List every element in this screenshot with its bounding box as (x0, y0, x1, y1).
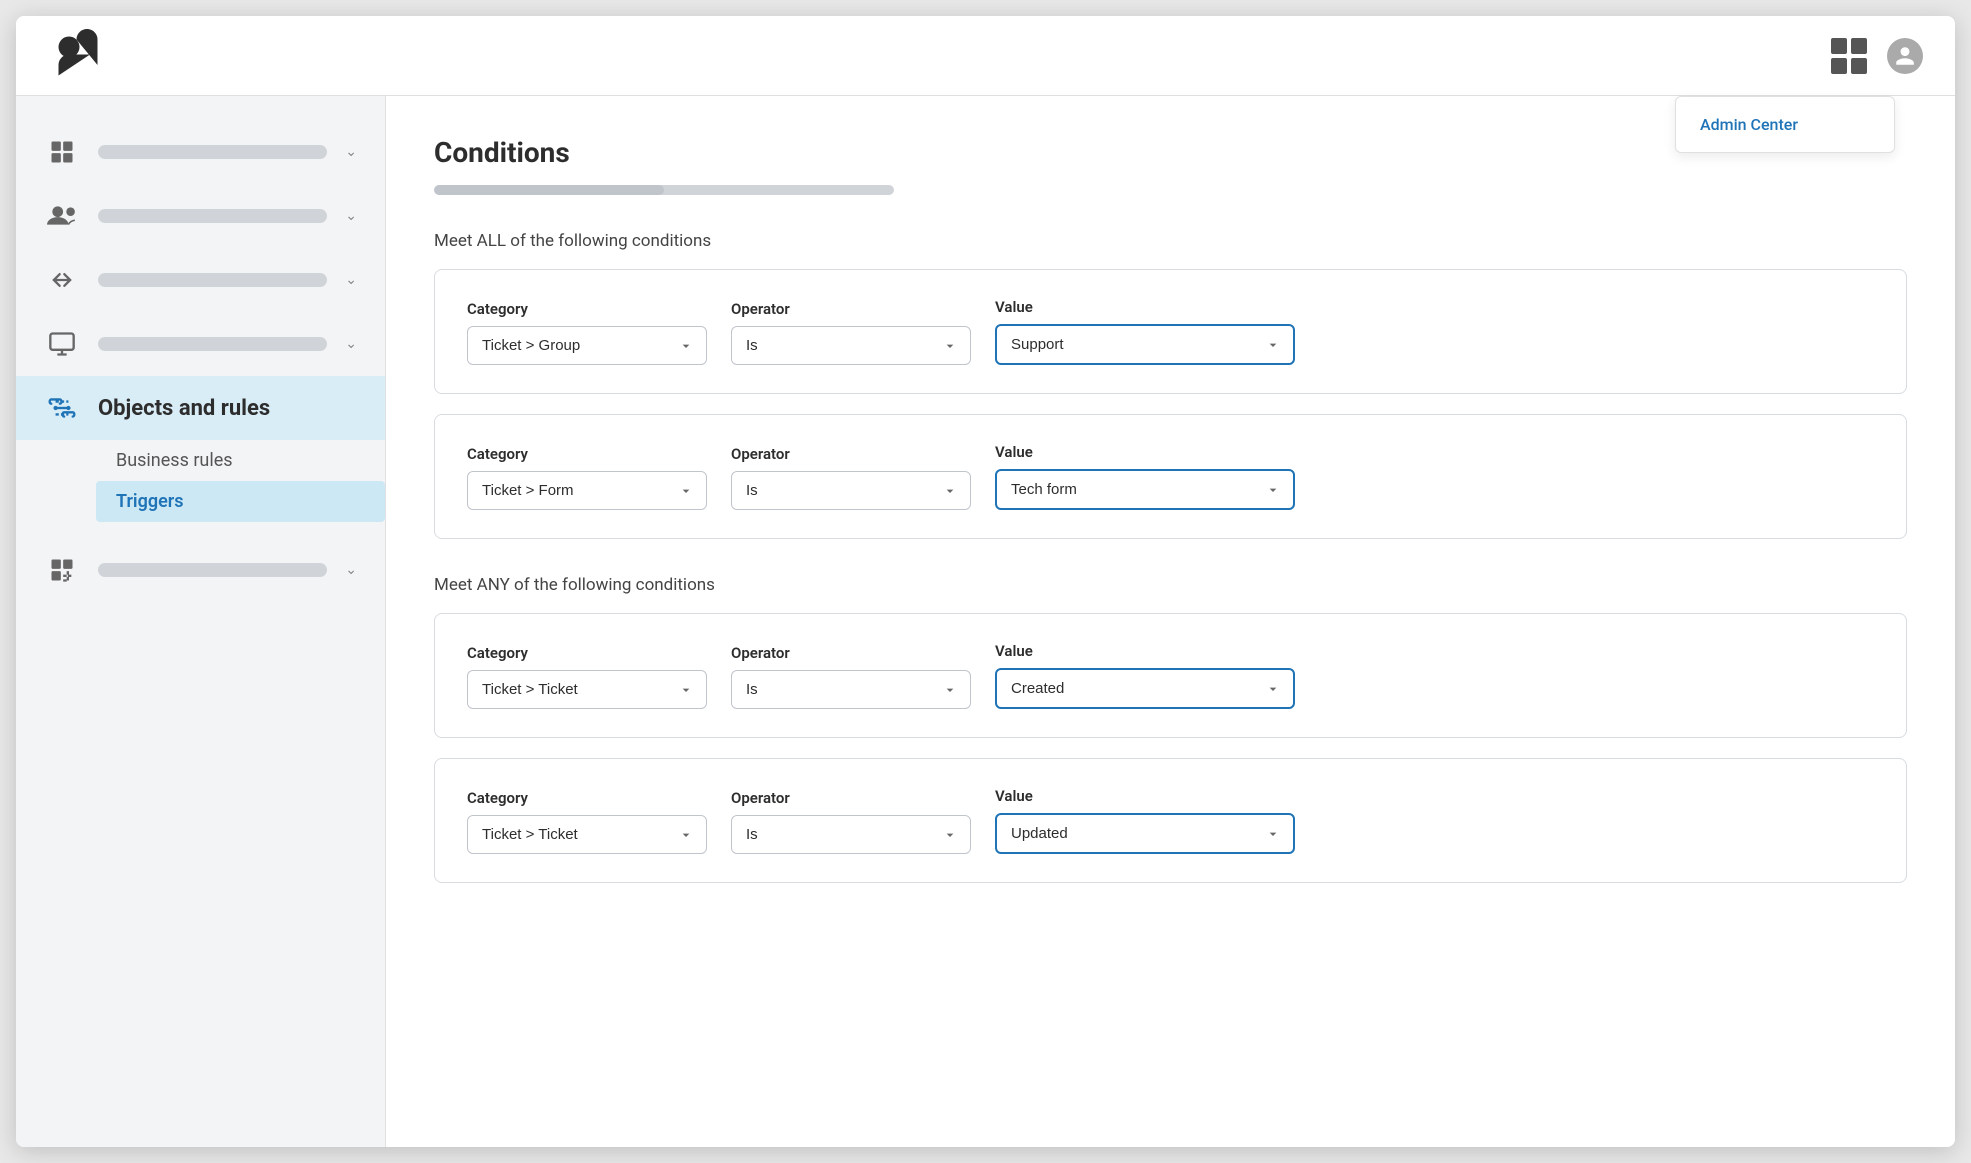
all-2-category-field: Category Ticket > Group Ticket > Form Ti… (467, 445, 707, 510)
all-1-category-select[interactable]: Ticket > Group Ticket > Form Ticket > Ti… (467, 326, 707, 365)
all-2-operator-select[interactable]: Is Is not (731, 471, 971, 510)
app-window: Admin Center ⌄ ⌄ (16, 16, 1955, 1147)
user-avatar[interactable] (1887, 38, 1923, 74)
any-1-operator-select[interactable]: Is Is not (731, 670, 971, 709)
submenu-triggers[interactable]: Triggers (96, 481, 385, 522)
grid-menu-icon[interactable] (1831, 38, 1867, 74)
any-2-operator-field: Operator Is Is not (731, 789, 971, 854)
sidebar-label-monitor (98, 337, 327, 351)
sidebar-item-objects-rules[interactable]: Objects and rules (16, 376, 385, 440)
any-1-value-select[interactable]: Created Updated Solved (995, 668, 1295, 709)
chevron-users: ⌄ (345, 208, 357, 224)
all-1-value-field: Value Support Sales Tech (995, 298, 1295, 365)
sidebar-submenu: Business rules Triggers (16, 440, 385, 522)
sidebar-label-arrows (98, 273, 327, 287)
any-condition-1-row: Category Ticket > Group Ticket > Form Ti… (467, 642, 1874, 709)
any-conditions-label: Meet ANY of the following conditions (434, 575, 1907, 595)
any-condition-2: Category Ticket > Group Ticket > Form Ti… (434, 758, 1907, 883)
monitor-icon (44, 326, 80, 362)
any-condition-2-row: Category Ticket > Group Ticket > Form Ti… (467, 787, 1874, 854)
category-label-all-2: Category (467, 445, 707, 463)
all-2-category-select[interactable]: Ticket > Group Ticket > Form Ticket > Ti… (467, 471, 707, 510)
all-conditions-label: Meet ALL of the following conditions (434, 231, 1907, 251)
main-layout: ⌄ ⌄ ⌄ (16, 96, 1955, 1147)
category-label-all-1: Category (467, 300, 707, 318)
any-conditions-section: Meet ANY of the following conditions Cat… (434, 575, 1907, 883)
value-label-all-1: Value (995, 298, 1295, 316)
chevron-monitor: ⌄ (345, 336, 357, 352)
operator-label-any-1: Operator (731, 644, 971, 662)
any-2-category-field: Category Ticket > Group Ticket > Form Ti… (467, 789, 707, 854)
zendesk-logo (48, 26, 108, 86)
chevron-building: ⌄ (345, 144, 357, 160)
any-1-value-field: Value Created Updated Solved (995, 642, 1295, 709)
admin-center-link[interactable]: Admin Center (1676, 97, 1894, 152)
operator-label-any-2: Operator (731, 789, 971, 807)
all-2-value-select[interactable]: Tech form Support form General form (995, 469, 1295, 510)
sidebar-item-building[interactable]: ⌄ (16, 120, 385, 184)
main-content: Conditions Meet ALL of the following con… (386, 96, 1955, 1147)
arrows-icon (44, 262, 80, 298)
any-1-category-select[interactable]: Ticket > Group Ticket > Form Ticket > Ti… (467, 670, 707, 709)
value-label-all-2: Value (995, 443, 1295, 461)
sidebar-item-apps[interactable]: ⌄ (16, 538, 385, 602)
sidebar-item-monitor[interactable]: ⌄ (16, 312, 385, 376)
value-label-any-2: Value (995, 787, 1295, 805)
all-1-operator-select[interactable]: Is Is not (731, 326, 971, 365)
all-condition-2: Category Ticket > Group Ticket > Form Ti… (434, 414, 1907, 539)
sidebar: ⌄ ⌄ ⌄ (16, 96, 386, 1147)
any-1-operator-field: Operator Is Is not (731, 644, 971, 709)
top-bar-actions (1831, 38, 1923, 74)
all-1-operator-field: Operator Is Is not (731, 300, 971, 365)
all-condition-2-row: Category Ticket > Group Ticket > Form Ti… (467, 443, 1874, 510)
all-1-category-field: Category Ticket > Group Ticket > Form Ti… (467, 300, 707, 365)
all-1-value-select[interactable]: Support Sales Tech (995, 324, 1295, 365)
value-label-any-1: Value (995, 642, 1295, 660)
top-bar: Admin Center (16, 16, 1955, 96)
sidebar-item-users[interactable]: ⌄ (16, 184, 385, 248)
objects-rules-icon (44, 390, 80, 426)
chevron-arrows: ⌄ (345, 272, 357, 288)
submenu-business-rules: Business rules (96, 440, 385, 481)
any-2-value-select[interactable]: Created Updated Solved (995, 813, 1295, 854)
all-conditions-section: Meet ALL of the following conditions Cat… (434, 231, 1907, 539)
operator-label-all-2: Operator (731, 445, 971, 463)
users-icon (44, 198, 80, 234)
chevron-apps: ⌄ (345, 562, 357, 578)
progress-bar-track (434, 185, 894, 195)
progress-bar-fill (434, 185, 664, 195)
category-label-any-2: Category (467, 789, 707, 807)
any-condition-1: Category Ticket > Group Ticket > Form Ti… (434, 613, 1907, 738)
any-1-category-field: Category Ticket > Group Ticket > Form Ti… (467, 644, 707, 709)
sidebar-objects-rules-label: Objects and rules (98, 396, 270, 421)
sidebar-label-building (98, 145, 327, 159)
any-2-category-select[interactable]: Ticket > Group Ticket > Form Ticket > Ti… (467, 815, 707, 854)
apps-icon (44, 552, 80, 588)
sidebar-item-arrows[interactable]: ⌄ (16, 248, 385, 312)
all-condition-1-row: Category Ticket > Group Ticket > Form Ti… (467, 298, 1874, 365)
admin-center-dropdown: Admin Center (1675, 96, 1895, 153)
operator-label-all-1: Operator (731, 300, 971, 318)
category-label-any-1: Category (467, 644, 707, 662)
logo-area (48, 26, 108, 86)
all-2-operator-field: Operator Is Is not (731, 445, 971, 510)
any-2-value-field: Value Created Updated Solved (995, 787, 1295, 854)
sidebar-label-users (98, 209, 327, 223)
all-condition-1: Category Ticket > Group Ticket > Form Ti… (434, 269, 1907, 394)
any-2-operator-select[interactable]: Is Is not (731, 815, 971, 854)
all-2-value-field: Value Tech form Support form General for… (995, 443, 1295, 510)
sidebar-label-apps (98, 563, 327, 577)
building-icon (44, 134, 80, 170)
